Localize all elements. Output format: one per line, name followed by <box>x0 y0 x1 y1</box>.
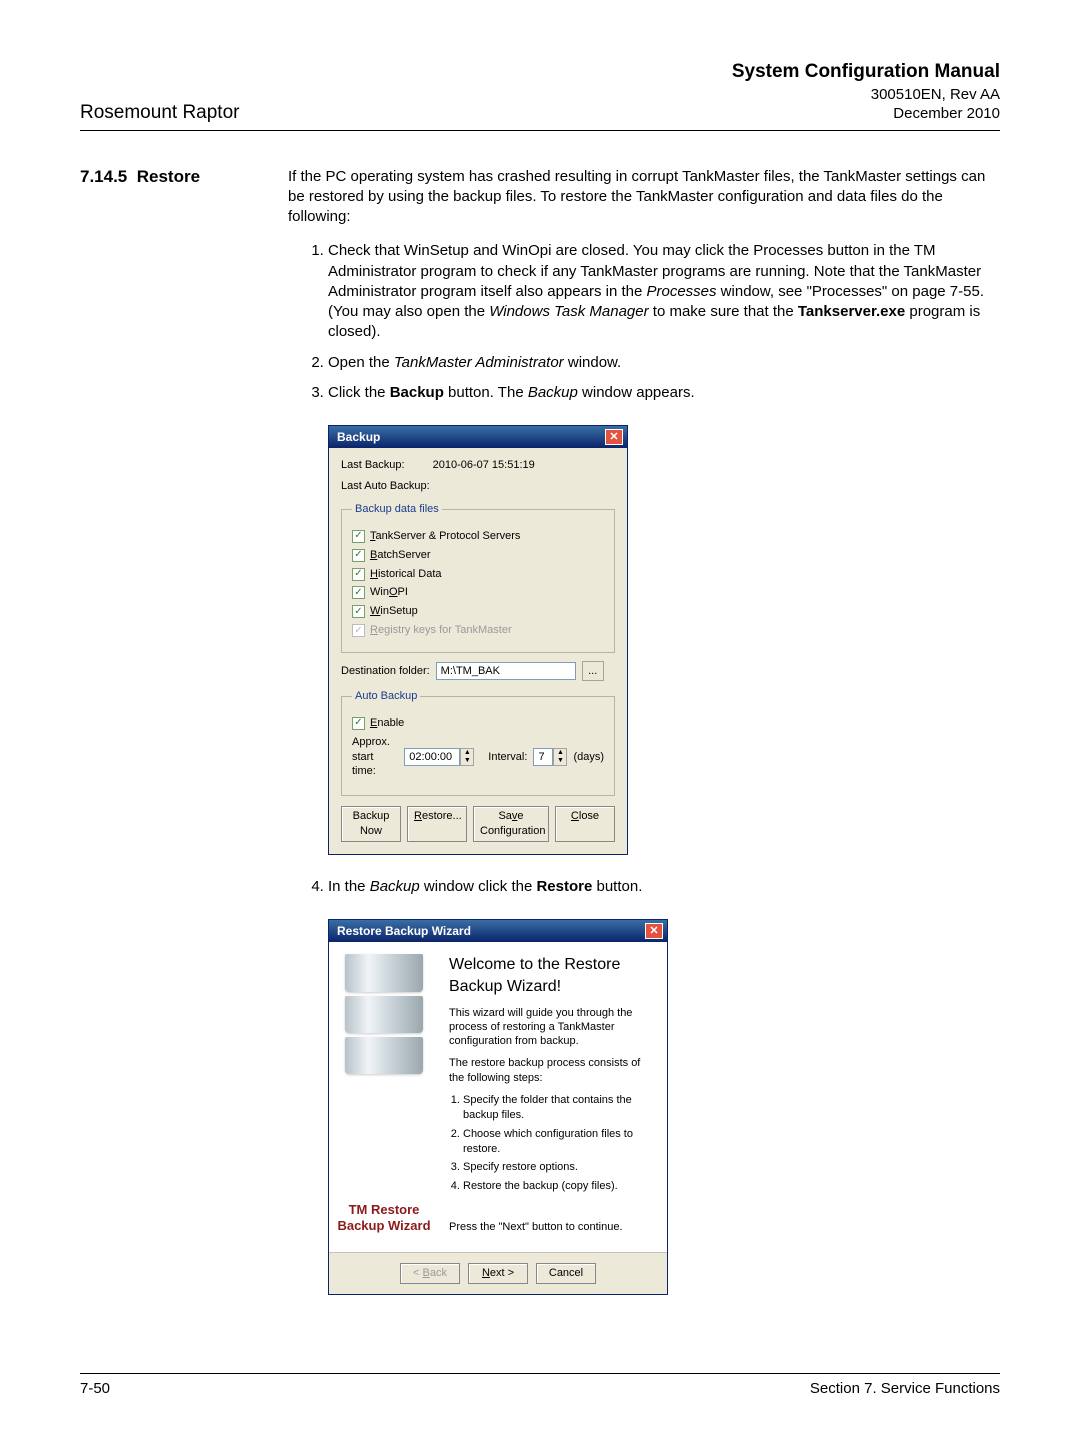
header-right: System Configuration Manual 300510EN, Re… <box>732 60 1000 124</box>
header-date: December 2010 <box>732 104 1000 124</box>
wizard-left-title: TM Restore Backup Wizard <box>335 1202 433 1235</box>
wizard-p3: Press the "Next" button to continue. <box>449 1220 653 1234</box>
wizard-p1: This wizard will guide you through the p… <box>449 1006 653 1049</box>
start-time-input[interactable]: 02:00:00 <box>404 748 460 766</box>
page-header: Rosemount Raptor System Configuration Ma… <box>80 60 1000 131</box>
backup-titlebar[interactable]: Backup ✕ <box>329 426 627 448</box>
interval-input[interactable]: 7 <box>533 748 553 766</box>
tank-image-icon <box>345 954 423 1074</box>
dest-label: Destination folder: <box>341 664 430 679</box>
restore-wizard-dialog: Restore Backup Wizard ✕ TM Restore Backu… <box>328 919 668 1295</box>
chk-enable[interactable]: ✓Enable <box>352 716 604 731</box>
chk-winopi[interactable]: ✓WinOPI <box>352 585 604 600</box>
page-footer: 7-50 Section 7. Service Functions <box>80 1373 1000 1397</box>
auto-backup-group: Auto Backup ✓Enable Approx. start time: … <box>341 689 615 796</box>
step-4: In the Backup window click the Restore b… <box>328 877 1000 897</box>
backup-files-legend: Backup data files <box>352 502 442 517</box>
chk-winsetup[interactable]: ✓WinSetup <box>352 604 604 619</box>
wizard-title-text: Restore Backup Wizard <box>337 923 471 939</box>
interval-label: Interval: <box>488 750 527 765</box>
backup-files-group: Backup data files ✓TTankServer & Protoco… <box>341 502 615 653</box>
step-1: Check that WinSetup and WinOpi are close… <box>328 241 1000 342</box>
back-button: < Back <box>400 1263 460 1284</box>
backup-now-button[interactable]: Backup Now <box>341 806 401 842</box>
wizard-titlebar[interactable]: Restore Backup Wizard ✕ <box>329 920 667 942</box>
chk-tankserver[interactable]: ✓TTankServer & Protocol ServersankServer… <box>352 529 604 544</box>
backup-title-text: Backup <box>337 429 380 445</box>
backup-dialog-figure: Backup ✕ Last Backup: 2010-06-07 15:51:1… <box>328 425 1000 855</box>
header-title: System Configuration Manual <box>732 60 1000 85</box>
close-icon[interactable]: ✕ <box>605 429 623 445</box>
dest-input[interactable]: M:\TM_BAK <box>436 662 576 680</box>
close-button[interactable]: Close <box>555 806 615 842</box>
close-icon[interactable]: ✕ <box>645 923 663 939</box>
wizard-steps: Specify the folder that contains the bac… <box>449 1093 653 1194</box>
chk-registry: ✓Registry keys for TankMaster <box>352 623 604 638</box>
steps-list-cont: In the Backup window click the Restore b… <box>288 877 1000 897</box>
chk-historical[interactable]: ✓Historical Data <box>352 567 604 582</box>
intro-paragraph: If the PC operating system has crashed r… <box>288 167 1000 228</box>
wizard-heading: Welcome to the Restore Backup Wizard! <box>449 954 653 997</box>
cancel-button[interactable]: Cancel <box>536 1263 596 1284</box>
footer-section: Section 7. Service Functions <box>810 1380 1000 1397</box>
start-time-label: Approx. start time: <box>352 735 398 780</box>
restore-button[interactable]: Restore... <box>407 806 467 842</box>
chk-batchserver[interactable]: ✓BatchServer <box>352 548 604 563</box>
wiz-step-4: Restore the backup (copy files). <box>463 1179 653 1194</box>
save-config-button[interactable]: Save Configuration <box>473 806 549 842</box>
wiz-step-1: Specify the folder that contains the bac… <box>463 1093 653 1123</box>
header-product: Rosemount Raptor <box>80 102 239 124</box>
wizard-content: Welcome to the Restore Backup Wizard! Th… <box>439 942 667 1252</box>
last-backup-value: 2010-06-07 15:51:19 <box>433 458 535 473</box>
auto-backup-legend: Auto Backup <box>352 689 420 704</box>
restore-wizard-figure: Restore Backup Wizard ✕ TM Restore Backu… <box>328 919 1000 1295</box>
interval-unit: (days) <box>573 750 604 765</box>
page-number: 7-50 <box>80 1380 110 1397</box>
wiz-step-2: Choose which configuration files to rest… <box>463 1127 653 1157</box>
wizard-footer: < Back Next > Cancel <box>329 1252 667 1294</box>
step-3: Click the Backup button. The Backup wind… <box>328 383 1000 403</box>
section-heading: 7.14.5 Restore <box>80 167 288 1318</box>
wizard-p2: The restore backup process consists of t… <box>449 1056 653 1085</box>
steps-list: Check that WinSetup and WinOpi are close… <box>288 241 1000 403</box>
next-button[interactable]: Next > <box>468 1263 528 1284</box>
header-docnum: 300510EN, Rev AA <box>732 85 1000 105</box>
browse-button[interactable]: ... <box>582 661 604 681</box>
backup-dialog: Backup ✕ Last Backup: 2010-06-07 15:51:1… <box>328 425 628 855</box>
wiz-step-3: Specify restore options. <box>463 1160 653 1175</box>
last-auto-backup-label: Last Auto Backup: <box>341 479 430 494</box>
wizard-sidebar: TM Restore Backup Wizard <box>329 942 439 1252</box>
last-backup-label: Last Backup: <box>341 458 405 473</box>
interval-spinner[interactable]: ▲▼ <box>553 748 567 766</box>
start-time-spinner[interactable]: ▲▼ <box>460 748 474 766</box>
step-2: Open the TankMaster Administrator window… <box>328 353 1000 373</box>
